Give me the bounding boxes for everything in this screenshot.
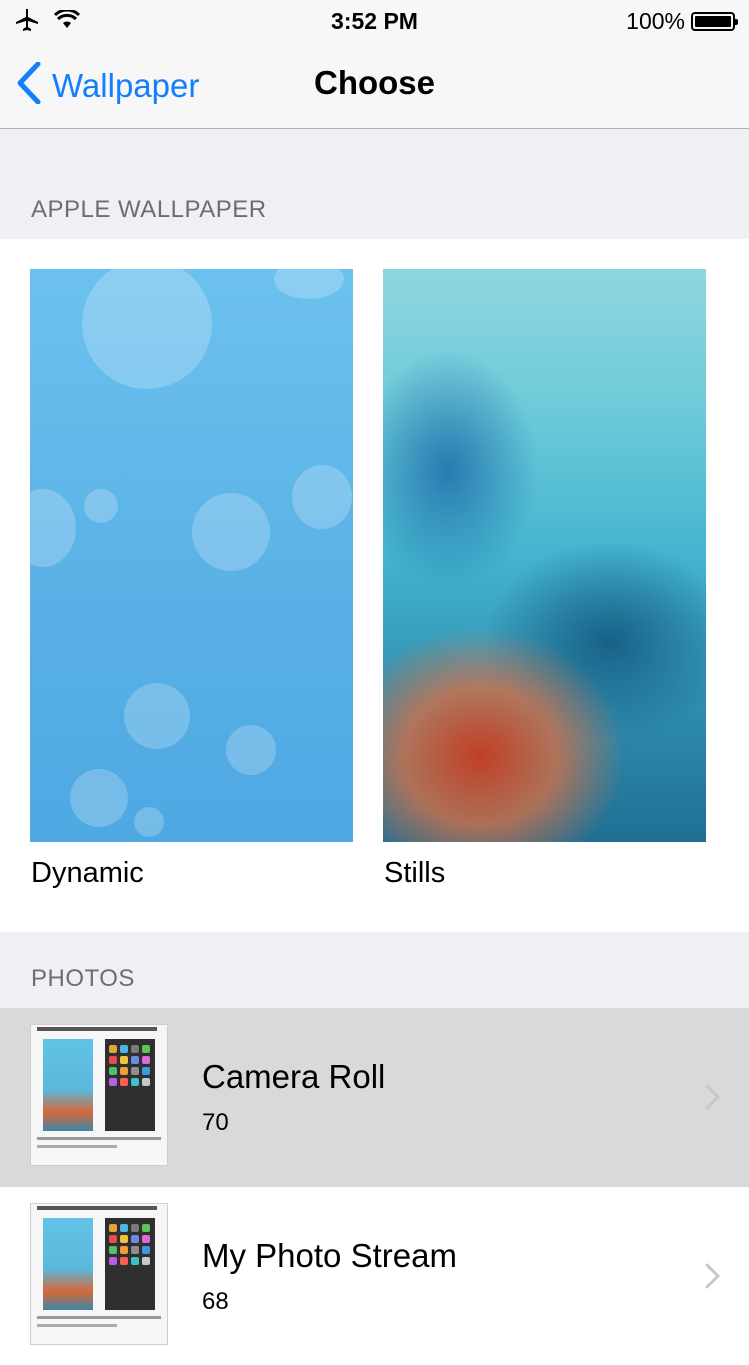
bokeh-circle xyxy=(84,489,118,523)
bokeh-circle xyxy=(70,769,128,827)
status-bar: 3:52 PM 100% xyxy=(0,0,749,40)
album-count: 70 xyxy=(202,1109,229,1136)
album-row-camera-roll[interactable]: Camera Roll 70 xyxy=(0,1008,749,1186)
bokeh-circle xyxy=(124,683,190,749)
battery-percent: 100% xyxy=(626,8,685,34)
bokeh-circle xyxy=(134,807,164,837)
stills-wallpaper-thumbnail[interactable] xyxy=(383,269,706,842)
battery-icon xyxy=(691,12,738,31)
chevron-right-icon xyxy=(705,1263,721,1294)
thumbnail-caption-line xyxy=(37,1145,117,1148)
thumbnail-lockscreen xyxy=(43,1218,93,1310)
thumbnail-caption-line xyxy=(37,1324,117,1327)
album-row-my-photo-stream[interactable]: My Photo Stream 68 xyxy=(0,1186,749,1365)
chevron-right-icon xyxy=(705,1084,721,1115)
bokeh-circle xyxy=(82,269,212,389)
navigation-bar: Wallpaper Choose xyxy=(0,40,749,129)
section-header-apple-wallpaper: APPLE WALLPAPER xyxy=(31,196,267,223)
bokeh-circle xyxy=(292,465,352,529)
bokeh-circle xyxy=(192,493,270,571)
thumbnail-caption-line xyxy=(37,1316,161,1319)
dynamic-wallpaper-thumbnail[interactable] xyxy=(30,269,353,842)
thumbnail-header-bar xyxy=(37,1027,157,1031)
thumbnail-lockscreen xyxy=(43,1039,93,1131)
dynamic-label: Dynamic xyxy=(31,857,144,889)
stills-label: Stills xyxy=(384,857,446,889)
section-header-photos: PHOTOS xyxy=(31,965,135,992)
album-thumbnail xyxy=(30,1203,168,1345)
bokeh-circle xyxy=(274,269,344,299)
album-count: 68 xyxy=(202,1288,229,1315)
apple-wallpaper-card: Dynamic Stills xyxy=(0,239,749,932)
thumbnail-caption-line xyxy=(37,1137,161,1140)
bokeh-circle xyxy=(226,725,276,775)
album-thumbnail xyxy=(30,1024,168,1166)
bokeh-circle xyxy=(30,489,76,567)
status-right: 100% xyxy=(626,8,738,35)
thumbnail-app-grid xyxy=(109,1045,150,1086)
album-title: My Photo Stream xyxy=(202,1237,457,1274)
page-title: Choose xyxy=(313,64,435,101)
photo-albums-list: Camera Roll 70 My Photo Stream 68 xyxy=(0,1008,749,1365)
thumbnail-app-grid xyxy=(109,1224,150,1265)
album-title: Camera Roll xyxy=(202,1058,386,1095)
thumbnail-header-bar xyxy=(37,1206,157,1210)
